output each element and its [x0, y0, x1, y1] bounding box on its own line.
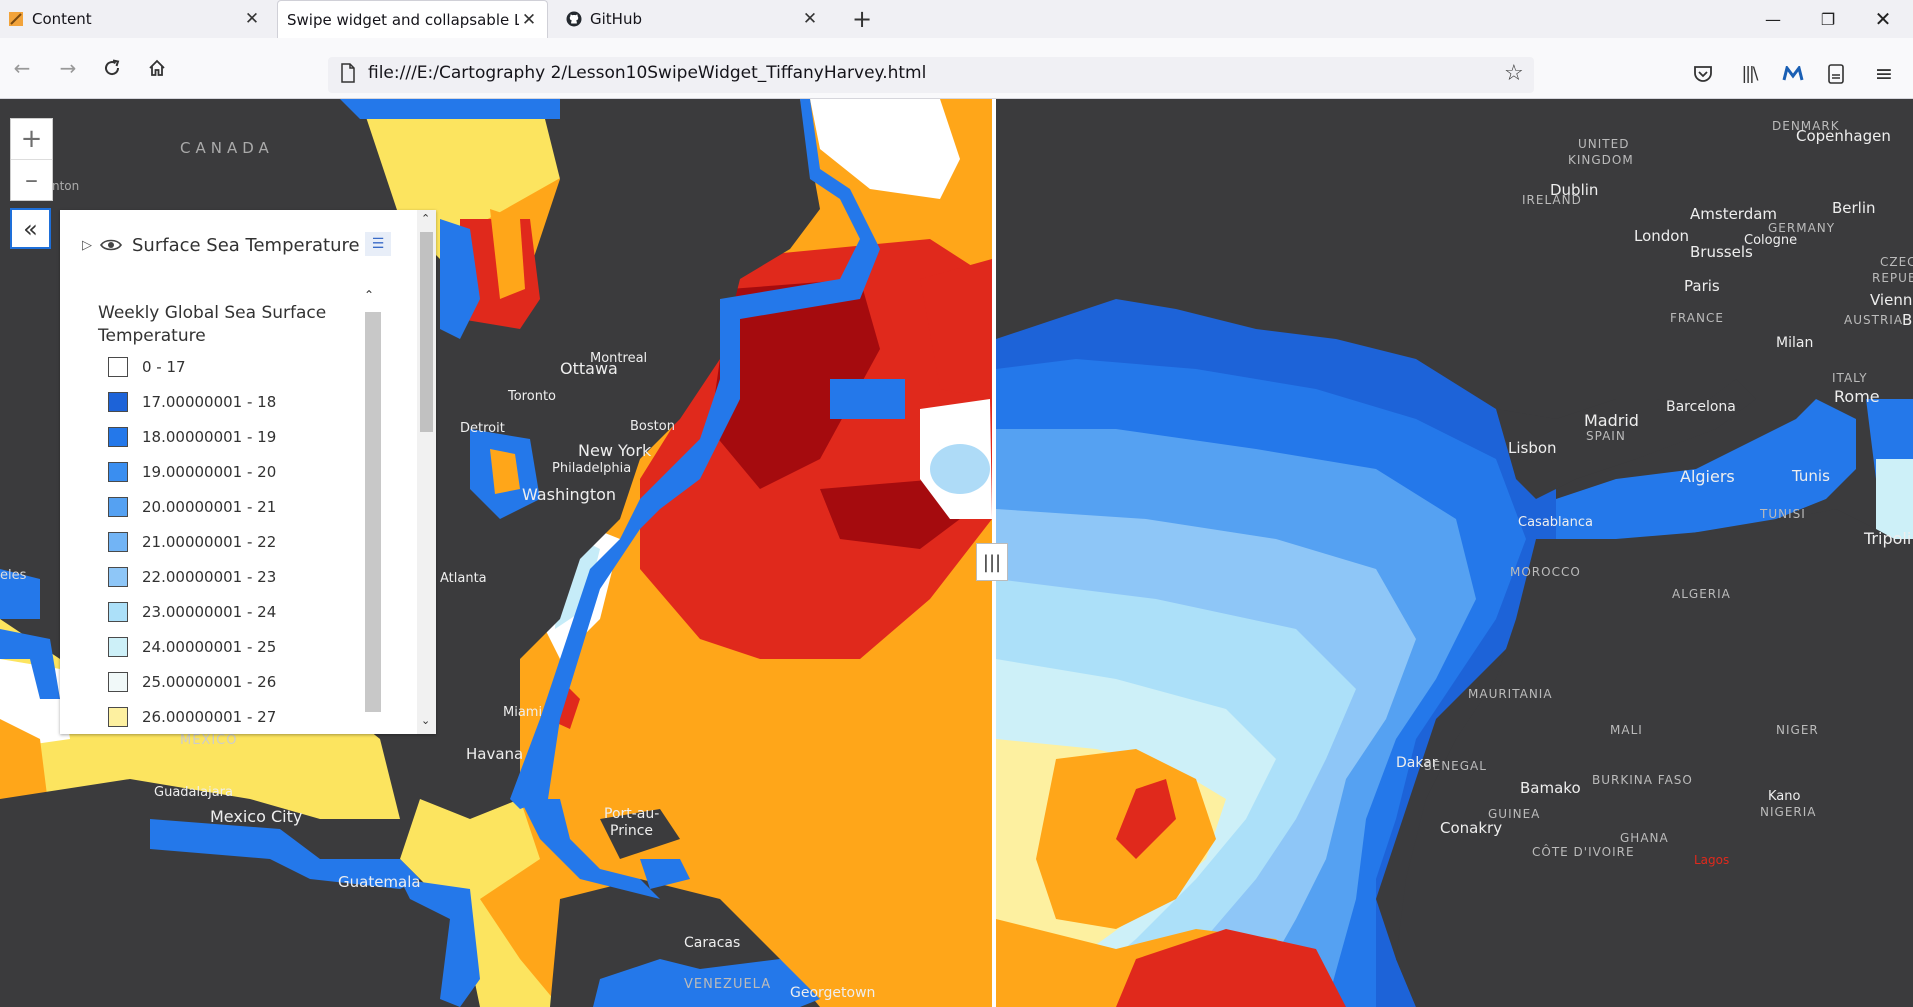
legend-class-row: 19.00000001 - 20 — [108, 460, 276, 484]
legend-class-label: 21.00000001 - 22 — [142, 533, 277, 551]
content-favicon-icon — [9, 12, 23, 26]
legend-class-label: 25.00000001 - 26 — [142, 673, 277, 691]
legend-class-row: 22.00000001 - 23 — [108, 565, 276, 589]
tab-content[interactable]: Content ✕ — [0, 0, 270, 38]
extension-m-icon[interactable] — [1780, 61, 1806, 87]
legend-title: Weekly Global Sea Surface Temperature — [98, 303, 327, 346]
legend-class-label: 0 - 17 — [142, 358, 186, 376]
forward-button[interactable]: → — [52, 52, 84, 84]
legend-list-icon[interactable]: ☰ — [365, 232, 391, 256]
legend-collapse-button[interactable]: « — [10, 208, 51, 249]
reload-button[interactable] — [96, 52, 128, 84]
chevron-up-icon[interactable]: ⌃ — [421, 212, 430, 225]
sst-map-right-layer[interactable] — [996, 99, 1913, 1007]
github-icon — [566, 11, 582, 27]
tab-swipe-widget[interactable]: Swipe widget and collapsable Lege ✕ — [277, 0, 548, 38]
legend-layer-header[interactable]: ▷ Surface Sea Temperature ☰ — [60, 230, 420, 260]
zoom-control: + – — [10, 118, 53, 201]
menu-icon[interactable]: ≡ — [1871, 61, 1897, 87]
minimize-button[interactable]: — — [1743, 0, 1803, 38]
legend-inner-scroll-thumb[interactable] — [365, 312, 381, 712]
close-icon[interactable]: ✕ — [800, 9, 820, 29]
library-icon[interactable]: |||\ — [1736, 61, 1762, 87]
tab-github[interactable]: GitHub ✕ — [558, 0, 828, 38]
legend-class-row: 26.00000001 - 27 — [108, 705, 276, 729]
close-icon[interactable]: ✕ — [519, 10, 539, 30]
legend-class-label: 26.00000001 - 27 — [142, 708, 277, 726]
legend-class-row: 0 - 17 — [108, 355, 186, 379]
legend-panel-scrollbar[interactable]: ⌃ ⌄ — [417, 210, 436, 734]
window-close-button[interactable]: ✕ — [1853, 0, 1913, 38]
legend-class-label: 24.00000001 - 25 — [142, 638, 277, 656]
caret-right-icon[interactable]: ▷ — [82, 238, 92, 253]
legend-panel-scroll-thumb[interactable] — [420, 232, 433, 432]
legend-swatch — [108, 357, 128, 377]
zoom-in-button[interactable]: + — [11, 119, 52, 159]
legend-class-row: 24.00000001 - 25 — [108, 635, 276, 659]
legend-swatch — [108, 427, 128, 447]
legend-inner-scrollbar[interactable]: ⌃ — [360, 288, 384, 732]
eye-icon[interactable] — [100, 238, 122, 252]
close-icon[interactable]: ✕ — [242, 9, 262, 29]
swipe-handle[interactable]: ||| — [976, 543, 1008, 581]
file-icon — [341, 63, 355, 83]
legend-swatch — [108, 532, 128, 552]
map-view[interactable]: ||| CANADA nton eles Ottawa Montreal Tor… — [0, 99, 1913, 1007]
legend-class-label: 22.00000001 - 23 — [142, 568, 277, 586]
legend-class-row: 25.00000001 - 26 — [108, 670, 276, 694]
legend-layer-name: Surface Sea Temperature — [132, 234, 360, 256]
tab-label: GitHub — [590, 10, 642, 28]
legend-class-label: 17.00000001 - 18 — [142, 393, 277, 411]
legend-swatch — [108, 462, 128, 482]
double-chevron-left-icon: « — [23, 214, 38, 243]
legend-class-label: 23.00000001 - 24 — [142, 603, 277, 621]
legend-class-row: 23.00000001 - 24 — [108, 600, 276, 624]
legend-swatch — [108, 497, 128, 517]
legend-class-label: 20.00000001 - 21 — [142, 498, 277, 516]
legend-swatch — [108, 672, 128, 692]
legend-class-row: 21.00000001 - 22 — [108, 530, 276, 554]
tab-label: Swipe widget and collapsable Lege — [287, 10, 519, 29]
legend-swatch — [108, 602, 128, 622]
reload-icon — [105, 59, 120, 76]
legend-class-label: 19.00000001 - 20 — [142, 463, 277, 481]
maximize-button[interactable]: ❐ — [1798, 0, 1858, 38]
legend-panel: ▷ Surface Sea Temperature ☰ Weekly Globa… — [60, 210, 436, 734]
new-tab-button[interactable]: + — [850, 7, 874, 31]
home-icon — [149, 59, 165, 76]
legend-class-row: 18.00000001 - 19 — [108, 425, 276, 449]
bookmark-star-icon[interactable]: ☆ — [1504, 61, 1524, 86]
home-button[interactable] — [141, 52, 173, 84]
legend-swatch — [108, 637, 128, 657]
legend-swatch — [108, 392, 128, 412]
zoom-out-button[interactable]: – — [11, 159, 52, 200]
legend-swatch — [108, 707, 128, 727]
legend-class-label: 18.00000001 - 19 — [142, 428, 277, 446]
legend-class-row: 17.00000001 - 18 — [108, 390, 276, 414]
legend-swatch — [108, 567, 128, 587]
back-button[interactable]: ← — [6, 52, 38, 84]
chevron-up-icon[interactable]: ⌃ — [364, 288, 374, 302]
chevron-down-icon[interactable]: ⌄ — [421, 714, 430, 727]
url-text[interactable]: file:///E:/Cartography 2/Lesson10SwipeWi… — [368, 63, 926, 83]
reader-icon[interactable] — [1823, 61, 1849, 87]
tab-label: Content — [32, 10, 92, 28]
tab-strip: Content ✕ Swipe widget and collapsable L… — [0, 0, 1913, 38]
legend-class-row: 20.00000001 - 21 — [108, 495, 276, 519]
pocket-icon[interactable] — [1690, 61, 1716, 87]
